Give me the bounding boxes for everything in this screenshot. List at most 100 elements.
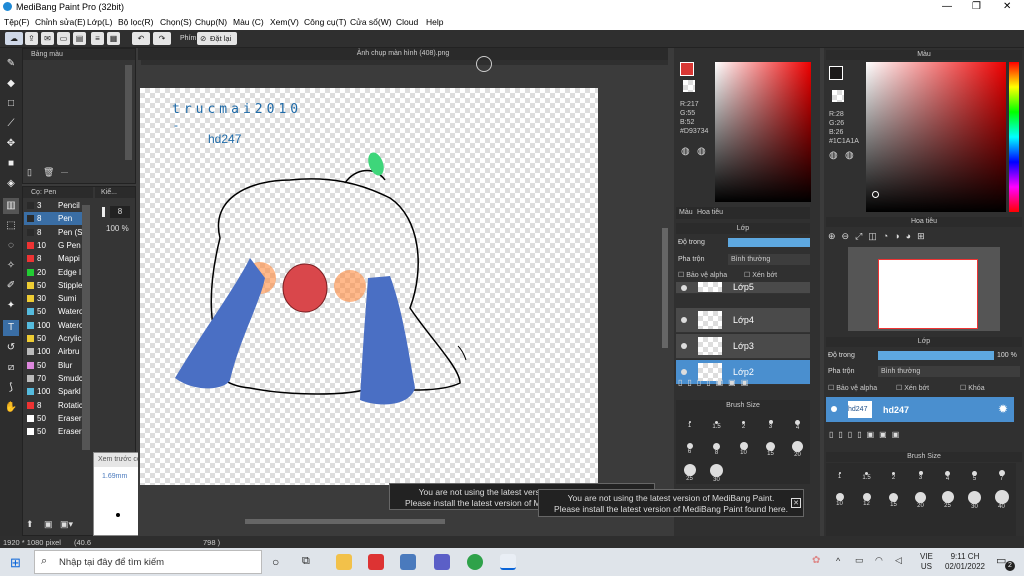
select-eraser-icon[interactable]: ✦: [3, 298, 19, 314]
layer-eye-icon[interactable]: [681, 369, 687, 375]
hue-slider[interactable]: [1009, 62, 1019, 212]
menu-help[interactable]: Help: [426, 17, 443, 27]
text-tool-icon[interactable]: T: [3, 320, 19, 336]
brush-size-cell[interactable]: 10: [826, 490, 853, 507]
menu-capture[interactable]: Chụp(N): [195, 17, 227, 27]
right-blend-select[interactable]: Bình thường: [878, 366, 1020, 377]
brush-size-cell[interactable]: 1.5: [703, 415, 730, 430]
gradient-tool-icon[interactable]: ▥: [3, 198, 19, 214]
brush-item[interactable]: 8 Pen: [24, 212, 84, 226]
right-layer-row[interactable]: hd247 hd247 ✹: [826, 397, 1014, 422]
new-palette-icon[interactable]: ▯: [27, 167, 39, 179]
mid-layer-row[interactable]: Lớp4: [676, 308, 810, 333]
brush-size-cell[interactable]: 10: [730, 439, 757, 456]
right-clip[interactable]: ☐ Xén bớt: [896, 384, 929, 392]
divide-tool-icon[interactable]: ⧄: [3, 360, 19, 376]
minimize-icon[interactable]: —: [942, 1, 952, 12]
brush-size-cell[interactable]: 4: [934, 466, 961, 482]
pen-tool-icon[interactable]: ✎: [3, 56, 19, 72]
file-explorer-icon[interactable]: [336, 554, 352, 570]
mid-opacity-slider[interactable]: [728, 238, 810, 247]
mid-color-picker[interactable]: [715, 62, 811, 202]
brush-size-cell[interactable]: 25: [934, 490, 961, 509]
task-view-icon[interactable]: ⧉: [302, 555, 310, 568]
bg-color-swatch[interactable]: [683, 80, 695, 92]
canvas-tab[interactable]: Ảnh chụp màn hình (408).png: [138, 48, 668, 60]
canvas-vscroll[interactable]: [662, 228, 668, 348]
redo-icon[interactable]: ↷: [153, 32, 171, 45]
menu-tools[interactable]: Công cụ(T): [304, 17, 347, 27]
tray-chevron-icon[interactable]: ^: [836, 556, 840, 566]
notice-close-icon[interactable]: ✕: [791, 498, 801, 508]
brush-size-cell[interactable]: 8: [703, 439, 730, 456]
brush-size-cell[interactable]: 4: [784, 415, 811, 431]
lasso-tool-icon[interactable]: ◌: [3, 238, 19, 254]
brush-item[interactable]: 3 Pencil: [24, 199, 84, 212]
eyedropper-icon[interactable]: ⟆: [3, 380, 19, 396]
windows-start-icon[interactable]: ⊞: [10, 555, 21, 571]
brush-item[interactable]: 50 Blur: [24, 359, 84, 372]
mid-layer-row[interactable]: Lớp3: [676, 334, 810, 359]
brush-item[interactable]: 50 Eraser: [24, 412, 84, 425]
brush-item[interactable]: 20 Edge I: [24, 266, 84, 279]
rect-tool-icon[interactable]: □: [3, 96, 19, 112]
brush-menu-icon[interactable]: ▣▾: [60, 519, 73, 530]
operation-tool-icon[interactable]: ↺: [3, 340, 19, 356]
clock[interactable]: 9:11 CH 02/01/2022: [944, 552, 986, 572]
brush-item[interactable]: 8 Rotatic: [24, 399, 84, 412]
battery-icon[interactable]: ▭: [855, 555, 864, 566]
volume-icon[interactable]: ◁: [895, 555, 902, 566]
brush-item[interactable]: 70 Smudc: [24, 372, 84, 385]
menu-file[interactable]: Tệp(F): [4, 17, 30, 27]
brush-size-cell[interactable]: 15: [880, 490, 907, 508]
right-fg-swatch[interactable]: [829, 66, 843, 80]
camera-icon[interactable]: [400, 554, 416, 570]
magic-wand-icon[interactable]: ✧: [3, 258, 19, 274]
brush-item[interactable]: 50 Eraser: [24, 425, 84, 438]
select-tool-icon[interactable]: ⬚: [3, 218, 19, 234]
eraser-tool-icon[interactable]: ◆: [3, 76, 19, 92]
fg-color-swatch[interactable]: [680, 62, 694, 76]
brush-size-cell[interactable]: 2: [730, 415, 757, 430]
brush-size-cell[interactable]: 25: [676, 463, 703, 482]
brush-copy-icon[interactable]: ▣: [44, 519, 53, 530]
select-pen-icon[interactable]: ✐: [3, 278, 19, 294]
delete-palette-icon[interactable]: 🗑: [43, 167, 55, 179]
brush-item[interactable]: 30 Sumi: [24, 292, 84, 305]
comment-icon[interactable]: ✉: [41, 32, 54, 45]
brush-item[interactable]: 50 Acrylic: [24, 332, 84, 345]
palette-scrollbar[interactable]: [125, 65, 132, 160]
mid-layer-toolbar[interactable]: ▯▯▯▯▣▣▣: [678, 378, 808, 390]
update-notice-2[interactable]: You are not using the latest version of …: [538, 489, 804, 517]
brush-size-cell[interactable]: 15: [757, 439, 784, 457]
navigator-viewport[interactable]: [878, 259, 978, 329]
chrome-icon[interactable]: [467, 554, 483, 570]
navigator-toolbar[interactable]: ⊕⊖⤢◫◔◑◕⊞: [828, 231, 1022, 245]
hand-tool-icon[interactable]: ✋: [3, 400, 19, 416]
brush-size-cell[interactable]: 30: [961, 490, 988, 510]
brush-item[interactable]: 10 G Pen: [24, 239, 84, 252]
drawing-canvas[interactable]: trucmai2010 - hd247: [140, 88, 598, 485]
palette-icon[interactable]: ◍: [681, 146, 690, 157]
brush-item[interactable]: 100 Watero: [24, 319, 84, 332]
canvas-hscroll[interactable]: [245, 519, 445, 524]
brush-size-cell[interactable]: 1.5: [853, 466, 880, 481]
cloud-icon[interactable]: ☁: [5, 32, 23, 45]
brush-size-value[interactable]: 8: [110, 206, 130, 218]
brush-list-scrollbar[interactable]: [82, 205, 90, 450]
teams-icon[interactable]: [434, 554, 450, 570]
right-bg-swatch[interactable]: [832, 90, 844, 102]
layer-eye-icon[interactable]: [681, 343, 687, 349]
maximize-icon[interactable]: ❐: [972, 1, 981, 12]
brush-size-cell[interactable]: 3: [907, 466, 934, 481]
reset-button[interactable]: ⊘ Đặt lại: [197, 32, 237, 45]
brush-opacity-value[interactable]: 100 %: [106, 224, 129, 233]
tab-navigator[interactable]: Hoa tiêu: [697, 209, 723, 216]
brush-size-cell[interactable]: 1: [826, 466, 853, 480]
brush-size-cell[interactable]: 40: [988, 490, 1015, 510]
brush-size-cell[interactable]: 7: [988, 466, 1015, 482]
wifi-icon[interactable]: ◠: [875, 555, 883, 566]
undo-icon[interactable]: ↶: [132, 32, 150, 45]
menu-edit[interactable]: Chỉnh sửa(E): [35, 17, 86, 27]
brush-size-cell[interactable]: 1: [676, 415, 703, 429]
